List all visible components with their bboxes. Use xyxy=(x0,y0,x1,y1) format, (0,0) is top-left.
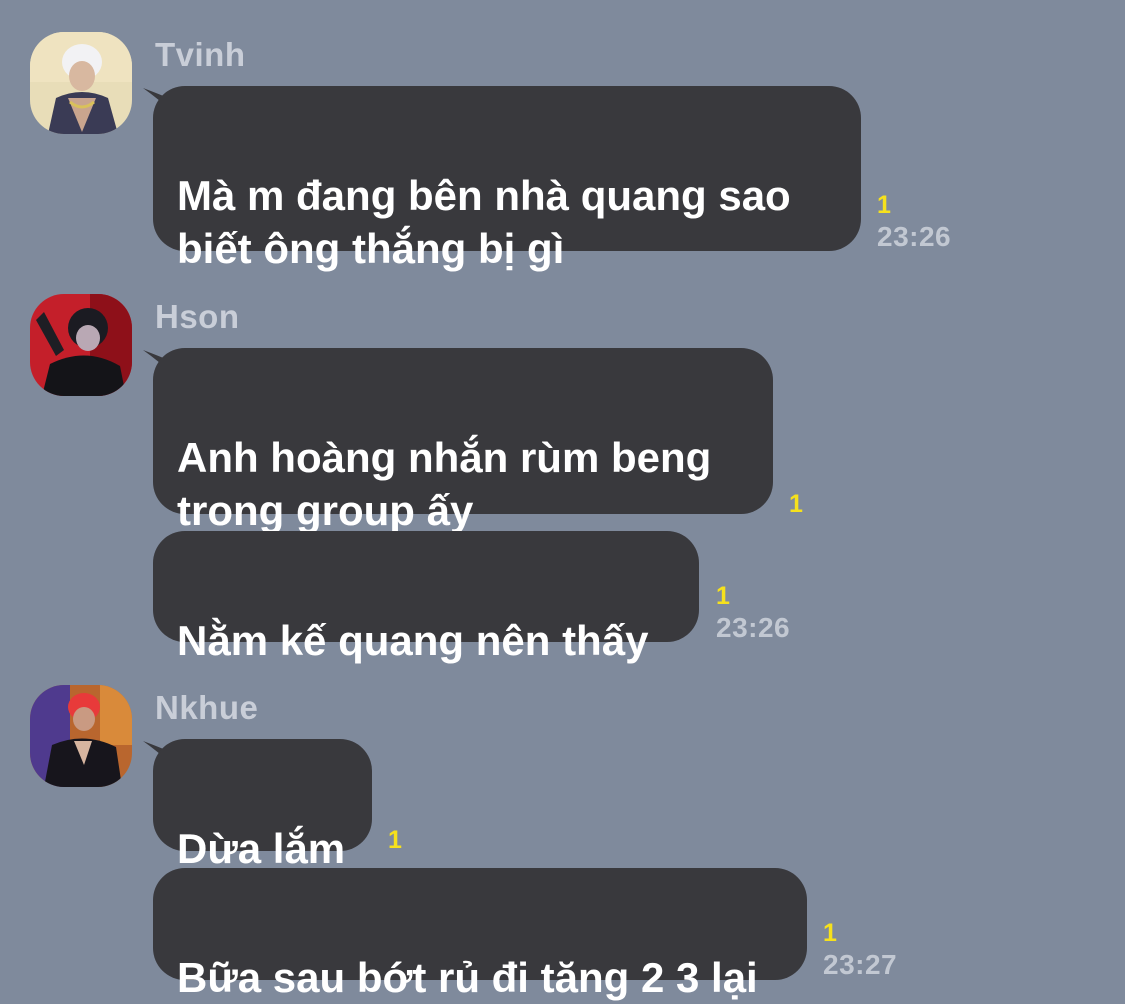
message-text: Bữa sau bớt rủ đi tăng 2 3 lại xyxy=(177,954,758,1001)
message-meta: 1 23:27 xyxy=(823,918,897,982)
message-text: Nằm kế quang nên thấy xyxy=(177,617,649,664)
avatar-hson-image xyxy=(30,294,132,396)
sender-name: Nkhue xyxy=(155,689,259,726)
message-text: Dừa lắm xyxy=(177,825,346,872)
message-meta: 1 23:26 xyxy=(877,190,951,254)
message-meta: 1 xyxy=(789,489,803,519)
avatar-hson[interactable] xyxy=(30,294,132,396)
message-time: 23:26 xyxy=(877,221,952,252)
unread-count: 1 xyxy=(388,826,402,854)
message-meta: 1 xyxy=(388,825,402,855)
sender-name: Tvinh xyxy=(155,36,246,73)
message-bubble[interactable]: Nằm kế quang nên thấy xyxy=(153,531,699,664)
avatar-tvinh-image xyxy=(30,32,132,134)
unread-count: 1 xyxy=(823,919,837,947)
message-text: Mà m đang bên nhà quang sao biết ông thắ… xyxy=(177,172,791,272)
unread-count: 1 xyxy=(789,490,803,518)
message-text: Anh hoàng nhắn rùm beng trong group ấy xyxy=(177,434,712,534)
message-meta: 1 23:26 xyxy=(716,581,790,645)
message-time: 23:26 xyxy=(716,612,791,643)
chat-screen: { "messages": [ { "sender": "Tvinh", "bu… xyxy=(0,0,1125,1001)
avatar-nkhue-image xyxy=(30,685,132,787)
unread-count: 1 xyxy=(716,582,730,610)
sender-name: Hson xyxy=(155,298,240,335)
unread-count: 1 xyxy=(877,191,891,219)
message-bubble[interactable]: Dừa lắm xyxy=(153,739,372,872)
avatar-tvinh[interactable] xyxy=(30,32,132,134)
message-time: 23:27 xyxy=(823,949,898,980)
avatar-nkhue[interactable] xyxy=(30,685,132,787)
message-bubble[interactable]: Anh hoàng nhắn rùm beng trong group ấy xyxy=(153,348,773,534)
message-bubble[interactable]: Bữa sau bớt rủ đi tăng 2 3 lại xyxy=(153,868,807,1001)
message-bubble[interactable]: Mà m đang bên nhà quang sao biết ông thắ… xyxy=(153,86,861,272)
